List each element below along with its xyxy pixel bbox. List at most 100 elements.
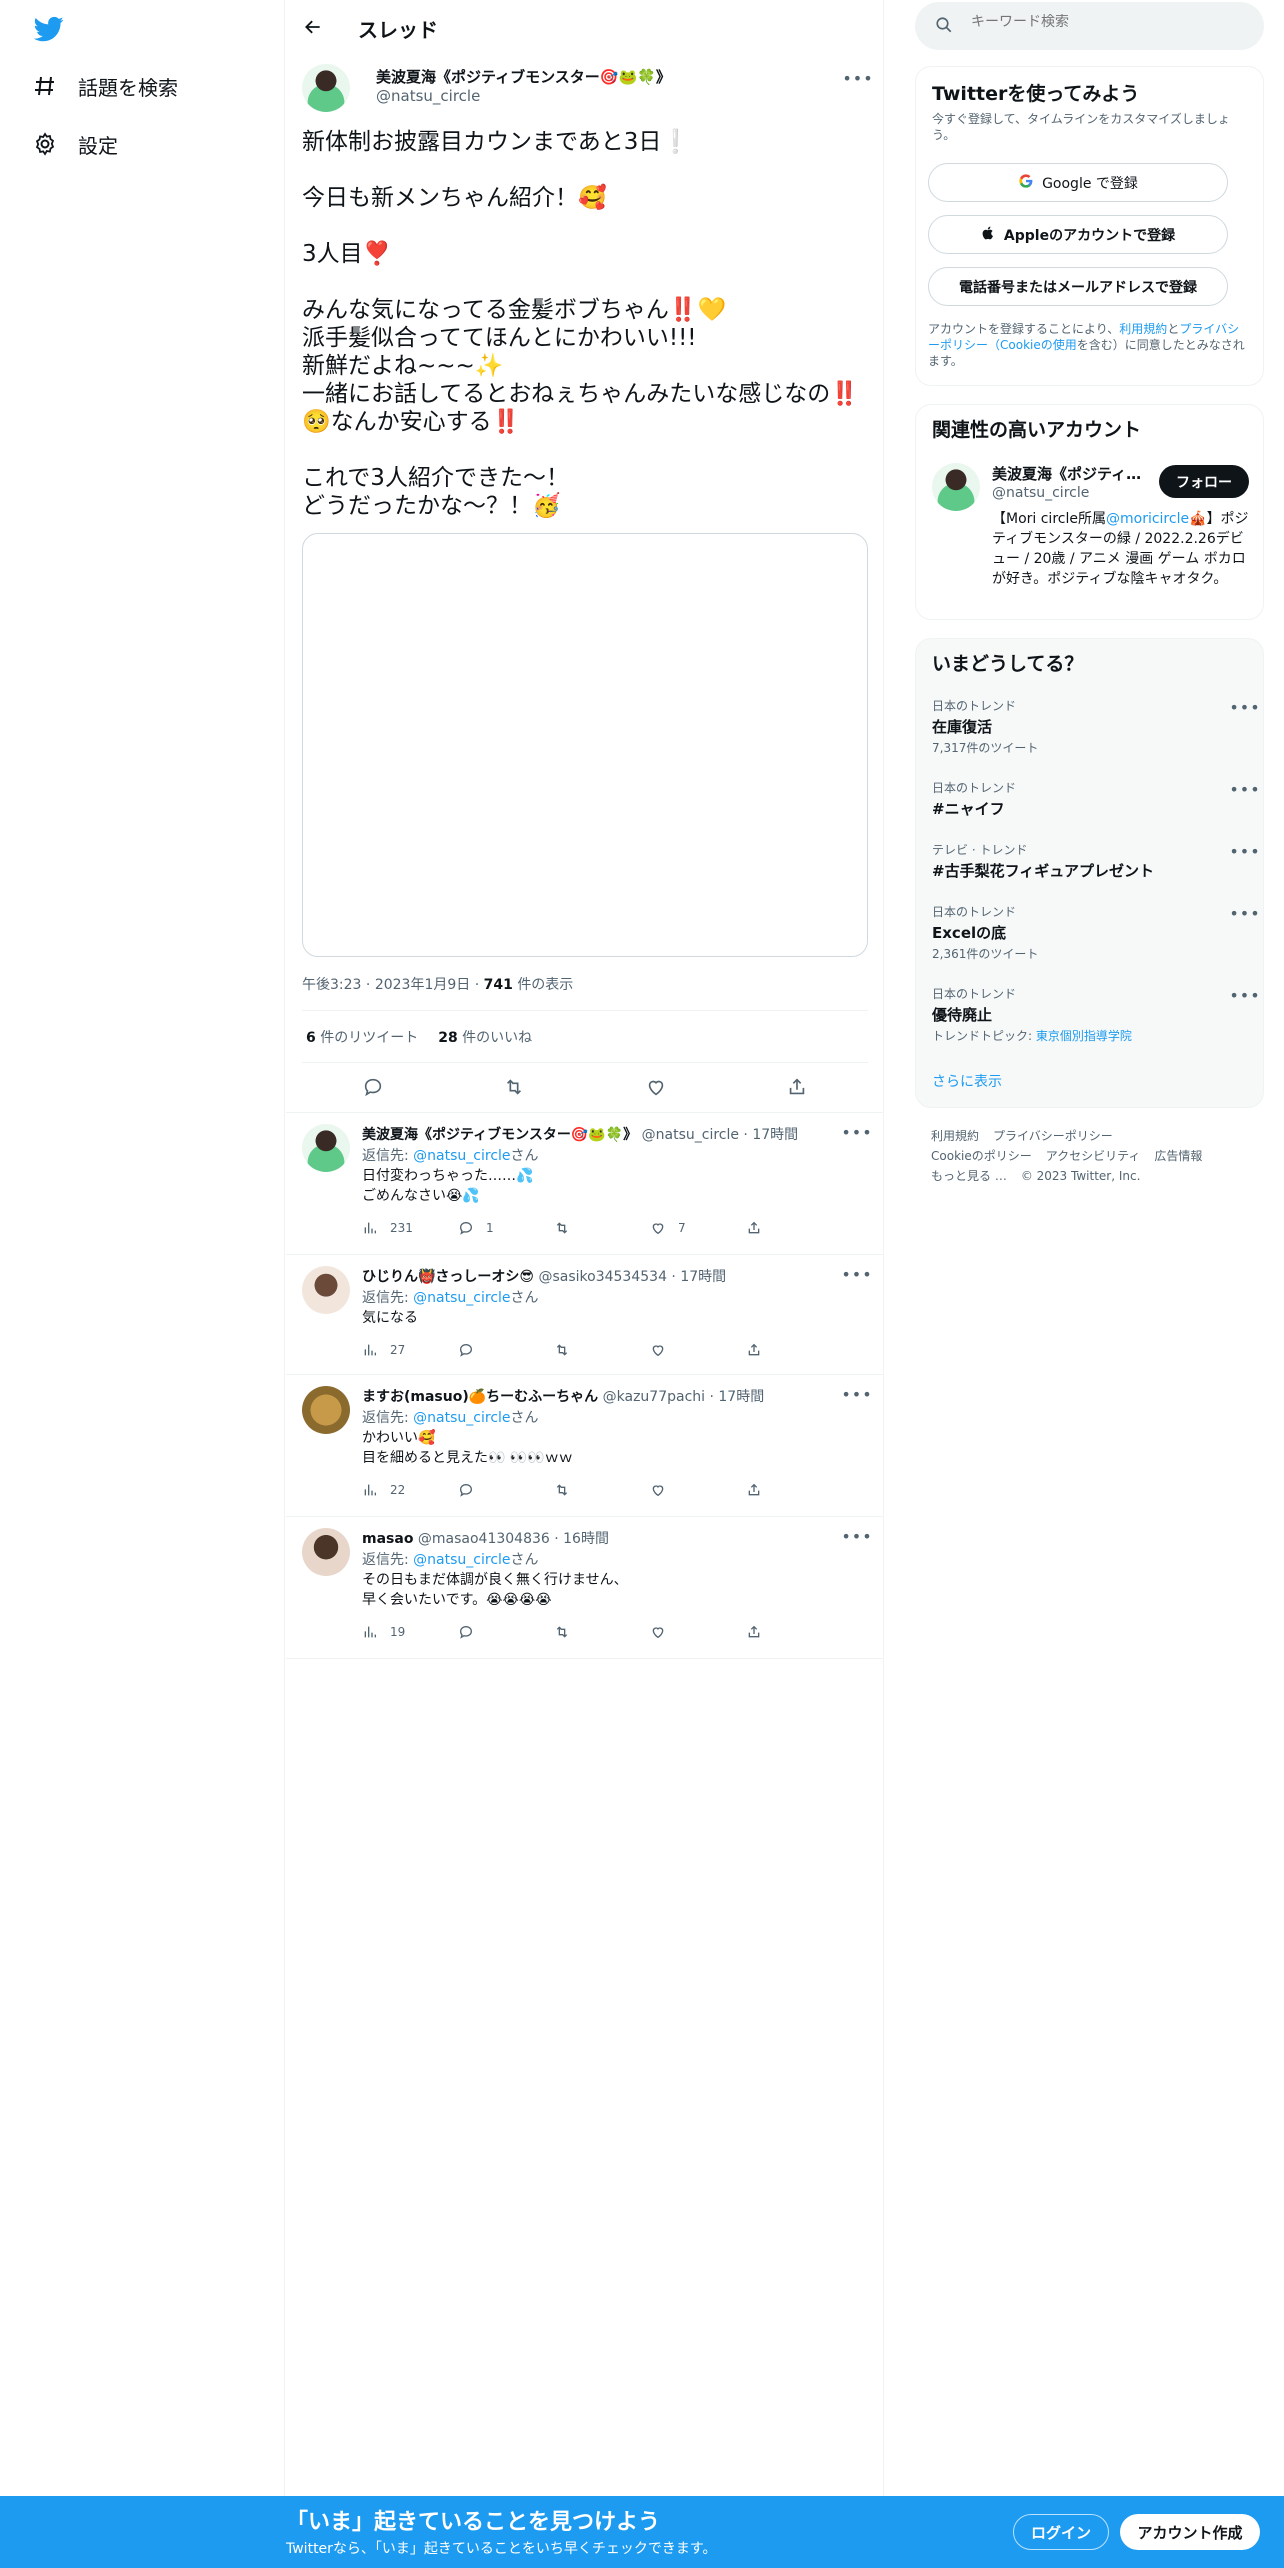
more-options-icon[interactable]: ••• bbox=[841, 1526, 871, 1546]
search-input[interactable] bbox=[971, 14, 1241, 30]
twitter-logo-icon[interactable] bbox=[32, 14, 66, 44]
create-account-button[interactable]: アカウント作成 bbox=[1120, 2514, 1260, 2550]
reply-item[interactable]: 美波夏海《ポジティブモンスター🎯🐸🍀》 @natsu_circle · 17時間… bbox=[286, 1112, 884, 1254]
views-icon bbox=[364, 1626, 376, 1638]
reply-author-name[interactable]: ますお(masuo)🍊ちーむふーちゃん bbox=[362, 1389, 598, 1405]
avatar[interactable] bbox=[302, 1124, 350, 1172]
more-options-icon[interactable]: ••• bbox=[841, 1122, 871, 1142]
search-box[interactable] bbox=[915, 2, 1264, 50]
like-icon bbox=[652, 1345, 664, 1357]
avatar[interactable] bbox=[302, 64, 350, 112]
nav-settings[interactable]: 設定 bbox=[32, 124, 118, 164]
views-button[interactable]: 231 bbox=[362, 1220, 458, 1236]
reply-button[interactable]: 1 bbox=[458, 1220, 554, 1236]
tweet-date[interactable]: 2023年1月9日 bbox=[375, 977, 470, 993]
share-icon[interactable] bbox=[785, 1075, 809, 1099]
trend-item[interactable]: テレビ · トレンド #古手梨花フィギュアプレゼント ••• bbox=[932, 841, 1260, 881]
footer-link[interactable]: 利用規約 bbox=[931, 1129, 979, 1143]
reply-item[interactable]: ひじりん👹さっしーオシ😎 @sasiko34534534 · 17時間 ••• … bbox=[286, 1254, 884, 1374]
like-count[interactable]: 28 件のいいね bbox=[438, 1027, 532, 1047]
trend-item[interactable]: 日本のトレンド 優待廃止 トレンドトピック: 東京個別指導学院 ••• bbox=[932, 985, 1260, 1044]
avatar[interactable] bbox=[932, 463, 980, 511]
more-options-icon[interactable]: ••• bbox=[1229, 985, 1259, 1005]
related-account-name[interactable]: 美波夏海《ポジティブモンスター🎯🐸🍀》 bbox=[992, 463, 1152, 484]
avatar[interactable] bbox=[302, 1528, 350, 1576]
reply-to-mention[interactable]: @natsu_circle bbox=[413, 1148, 510, 1164]
trend-item[interactable]: 日本のトレンド #ニャイフ ••• bbox=[932, 779, 1260, 819]
reply-button[interactable] bbox=[458, 1482, 554, 1498]
reply-to-mention[interactable]: @natsu_circle bbox=[413, 1552, 510, 1568]
retweet-button[interactable] bbox=[554, 1220, 650, 1236]
footer-link[interactable]: アクセシビリティ bbox=[1046, 1149, 1141, 1163]
nav-explore[interactable]: 話題を検索 bbox=[32, 66, 178, 106]
phone-email-signup-button[interactable]: 電話番号またはメールアドレスで登録 bbox=[928, 267, 1228, 306]
reply-item[interactable]: masao @masao41304836 · 16時間 ••• 返信先: @na… bbox=[286, 1516, 884, 1658]
views-button[interactable]: 27 bbox=[362, 1342, 458, 1358]
more-options-icon[interactable]: ••• bbox=[1229, 903, 1259, 923]
tweet-views-label: 件の表示 bbox=[517, 977, 574, 993]
google-signup-button[interactable]: Google で登録 bbox=[928, 163, 1228, 202]
related-bio-mention[interactable]: @moricircle bbox=[1106, 511, 1189, 527]
retweet-count[interactable]: 6 件のリツイート bbox=[306, 1027, 418, 1047]
retweet-icon bbox=[556, 1484, 568, 1496]
reply-actions: 27 bbox=[362, 1342, 842, 1358]
reply-button[interactable] bbox=[458, 1624, 554, 1640]
reply-icon[interactable] bbox=[361, 1075, 385, 1099]
like-button[interactable] bbox=[650, 1342, 746, 1358]
more-options-icon[interactable]: ••• bbox=[842, 68, 872, 88]
avatar[interactable] bbox=[302, 1266, 350, 1314]
terms-link[interactable]: 利用規約 bbox=[1119, 322, 1167, 336]
reply-author-name[interactable]: ひじりん👹さっしーオシ😎 bbox=[362, 1269, 534, 1285]
like-icon[interactable] bbox=[644, 1075, 668, 1099]
related-account-handle[interactable]: @natsu_circle bbox=[992, 485, 1089, 501]
like-button[interactable]: 7 bbox=[650, 1220, 746, 1236]
like-button[interactable] bbox=[650, 1624, 746, 1640]
share-button[interactable] bbox=[746, 1624, 842, 1640]
more-options-icon[interactable]: ••• bbox=[1229, 779, 1259, 799]
share-button[interactable] bbox=[746, 1482, 842, 1498]
reply-author-handle[interactable]: @masao41304836 · 16時間 bbox=[418, 1531, 609, 1547]
terms-mid: と bbox=[1167, 322, 1180, 336]
tweet-media[interactable] bbox=[302, 533, 868, 957]
reply-item[interactable]: ますお(masuo)🍊ちーむふーちゃん @kazu77pachi · 17時間 … bbox=[286, 1374, 884, 1516]
more-options-icon[interactable]: ••• bbox=[841, 1264, 871, 1284]
views-button[interactable]: 19 bbox=[362, 1624, 458, 1640]
reply-to-mention[interactable]: @natsu_circle bbox=[413, 1290, 510, 1306]
footer-link[interactable]: プライバシーポリシー bbox=[993, 1129, 1113, 1143]
back-arrow-icon[interactable] bbox=[300, 14, 326, 40]
share-button[interactable] bbox=[746, 1342, 842, 1358]
tweet-author[interactable]: 美波夏海《ポジティブモンスター🎯🐸🍀》 @natsu_circle bbox=[376, 66, 671, 105]
retweet-button[interactable] bbox=[554, 1482, 650, 1498]
reply-author-handle[interactable]: @sasiko34534534 · 17時間 bbox=[538, 1269, 726, 1285]
trend-item[interactable]: 日本のトレンド 在庫復活 7,317件のツイート ••• bbox=[932, 697, 1260, 756]
footer-link[interactable]: 広告情報 bbox=[1154, 1149, 1202, 1163]
reply-author-handle[interactable]: @natsu_circle · 17時間 bbox=[642, 1127, 799, 1143]
follow-button[interactable]: フォロー bbox=[1159, 465, 1249, 498]
show-more-link[interactable]: さらに表示 bbox=[932, 1071, 1002, 1091]
share-button[interactable] bbox=[746, 1220, 842, 1236]
more-options-icon[interactable]: ••• bbox=[841, 1384, 871, 1404]
trend-item[interactable]: 日本のトレンド Excelの底 2,361件のツイート ••• bbox=[932, 903, 1260, 962]
views-button[interactable]: 22 bbox=[362, 1482, 458, 1498]
trend-topic-link[interactable]: 東京個別指導学院 bbox=[1036, 1029, 1132, 1043]
reply-author-name[interactable]: masao bbox=[362, 1531, 413, 1547]
tweet-text: 新体制お披露目カウンまであと3日❕ 今日も新メンちゃん紹介！🥰 3人目❣️ みん… bbox=[302, 129, 859, 519]
retweet-button[interactable] bbox=[554, 1624, 650, 1640]
login-button[interactable]: ログイン bbox=[1013, 2514, 1109, 2550]
reply-author-name[interactable]: 美波夏海《ポジティブモンスター🎯🐸🍀》 bbox=[362, 1127, 637, 1143]
retweet-button[interactable] bbox=[554, 1342, 650, 1358]
more-options-icon[interactable]: ••• bbox=[1229, 697, 1259, 717]
reply-to-mention[interactable]: @natsu_circle bbox=[413, 1410, 510, 1426]
reply-author-handle[interactable]: @kazu77pachi · 17時間 bbox=[603, 1389, 765, 1405]
footer-link[interactable]: もっと見る … bbox=[931, 1169, 1007, 1183]
apple-signup-button[interactable]: Appleのアカウントで登録 bbox=[928, 215, 1228, 254]
avatar[interactable] bbox=[302, 1386, 350, 1434]
like-button[interactable] bbox=[650, 1482, 746, 1498]
reply-button[interactable] bbox=[458, 1342, 554, 1358]
retweet-icon[interactable] bbox=[502, 1075, 526, 1099]
reply-icon bbox=[459, 1625, 473, 1639]
footer-link[interactable]: Cookieのポリシー bbox=[931, 1149, 1032, 1163]
related-accounts-title: 関連性の高いアカウント bbox=[932, 419, 1142, 441]
more-options-icon[interactable]: ••• bbox=[1229, 841, 1259, 861]
tweet-time[interactable]: 午後3:23 bbox=[302, 977, 361, 993]
